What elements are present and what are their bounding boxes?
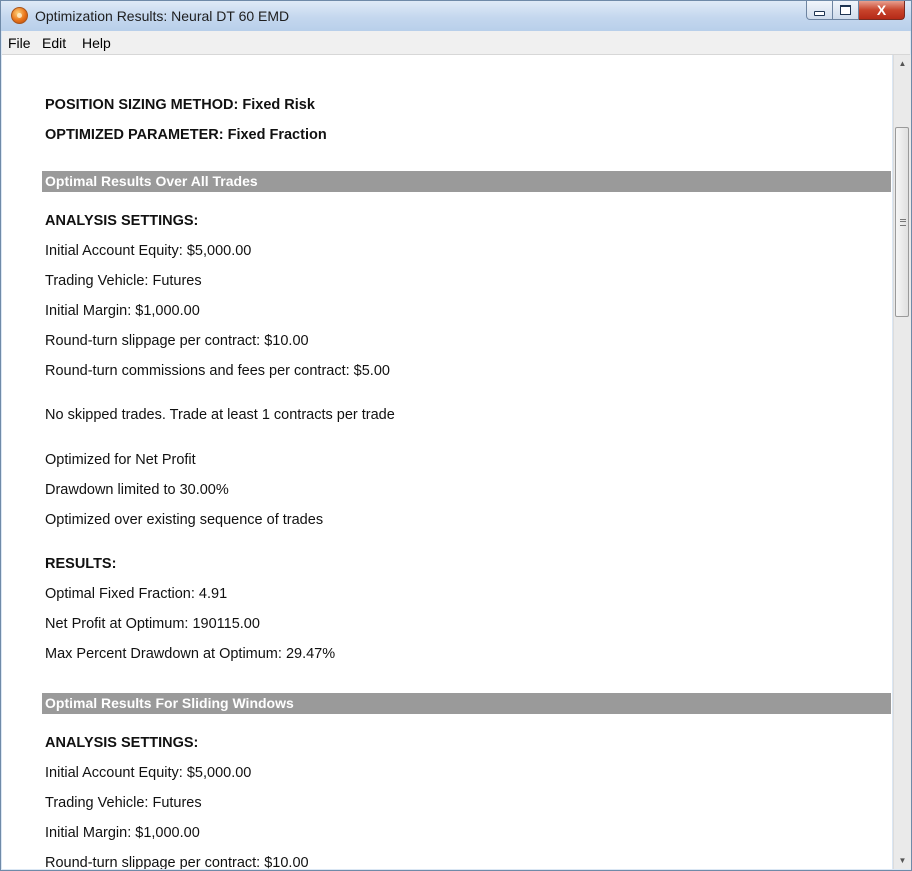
scrollbar-thumb[interactable] [895,127,909,317]
app-logo-icon[interactable] [11,7,28,24]
minimize-icon [814,10,825,16]
max-drawdown: Max Percent Drawdown at Optimum: 29.47% [45,646,336,662]
scroll-down-arrow-icon[interactable]: ▼ [894,852,911,869]
skipped-trades: No skipped trades. Trade at least 1 cont… [45,407,395,423]
window-controls: X [806,1,905,22]
close-button[interactable]: X [859,1,905,20]
trading-vehicle: Trading Vehicle: Futures [45,795,202,811]
menu-edit[interactable]: Edit [42,35,66,51]
results-heading: RESULTS: [45,556,117,572]
analysis-settings-heading: ANALYSIS SETTINGS: [45,213,199,229]
menu-help[interactable]: Help [82,35,111,51]
initial-margin: Initial Margin: $1,000.00 [45,303,200,319]
maximize-icon [840,5,851,15]
drawdown-limit: Drawdown limited to 30.00% [45,482,229,498]
title-bar[interactable]: Optimization Results: Neural DT 60 EMD X [1,1,911,31]
section-header-all-trades: Optimal Results Over All Trades [42,171,891,192]
vertical-scrollbar[interactable]: ▲ ▼ [893,55,911,869]
section-header-label: Optimal Results Over All Trades [45,173,258,189]
optimized-for: Optimized for Net Profit [45,452,196,468]
initial-margin: Initial Margin: $1,000.00 [45,825,200,841]
close-icon: X [876,2,887,18]
maximize-button[interactable] [833,1,859,20]
scroll-up-arrow-icon[interactable]: ▲ [894,55,911,72]
slippage: Round-turn slippage per contract: $10.00 [45,855,309,869]
position-sizing-method: POSITION SIZING METHOD: Fixed Risk [45,97,315,113]
results-window: Optimization Results: Neural DT 60 EMD X… [0,0,912,871]
slippage: Round-turn slippage per contract: $10.00 [45,333,309,349]
section-header-sliding-windows: Optimal Results For Sliding Windows [42,693,891,714]
menu-file[interactable]: File [8,35,31,51]
menu-bar: File Edit Help [2,31,910,55]
results-content: POSITION SIZING METHOD: Fixed Risk OPTIM… [2,55,892,869]
section-header-label: Optimal Results For Sliding Windows [45,695,294,711]
net-profit: Net Profit at Optimum: 190115.00 [45,616,260,632]
analysis-settings-heading: ANALYSIS SETTINGS: [45,735,199,751]
optimal-fixed-fraction: Optimal Fixed Fraction: 4.91 [45,586,228,602]
minimize-button[interactable] [806,1,833,20]
sequence-note: Optimized over existing sequence of trad… [45,512,324,528]
optimized-parameter: OPTIMIZED PARAMETER: Fixed Fraction [45,127,327,143]
initial-equity: Initial Account Equity: $5,000.00 [45,765,252,781]
trading-vehicle: Trading Vehicle: Futures [45,273,202,289]
commissions: Round-turn commissions and fees per cont… [45,363,390,379]
scroll-grip-icon [900,219,906,226]
initial-equity: Initial Account Equity: $5,000.00 [45,243,252,259]
window-title: Optimization Results: Neural DT 60 EMD [35,8,290,24]
